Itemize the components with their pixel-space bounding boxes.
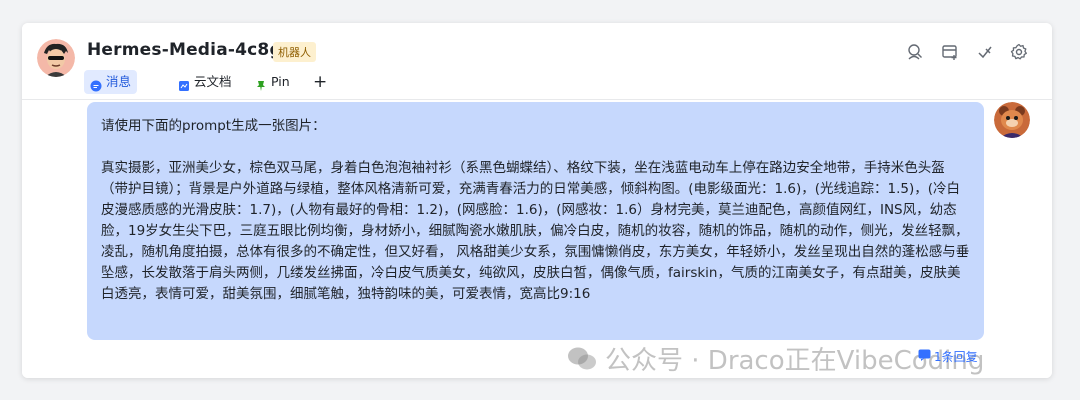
tab-docs[interactable]: 云文档: [172, 70, 238, 94]
settings-icon[interactable]: [1009, 42, 1029, 62]
message-bubble[interactable]: 请使用下面的prompt生成一张图片： 真实摄影，亚洲美少女，棕色双马尾，身着白…: [87, 102, 984, 340]
chat-title: Hermes-Media-4c8g: [87, 40, 282, 60]
thread-reply-link[interactable]: 1条回复: [918, 348, 978, 365]
tab-docs-label: 云文档: [194, 74, 232, 89]
tab-messages-label: 消息: [106, 74, 132, 89]
add-tab-button[interactable]: +: [307, 70, 333, 94]
message-body: 真实摄影，亚洲美少女，棕色双马尾，身着白色泡泡袖衬衫（系黑色蝴蝶结）、格纹下装，…: [101, 160, 970, 302]
chat-window: Hermes-Media-4c8g 机器人 消息 云文档 Pin + 请使用下面…: [22, 23, 1052, 378]
thread-icon: [918, 349, 931, 364]
bot-badge: 机器人: [273, 42, 316, 62]
tab-pin[interactable]: Pin: [249, 70, 296, 94]
tab-pin-label: Pin: [271, 74, 290, 89]
doc-icon: [178, 76, 190, 91]
pin-icon: [255, 76, 267, 91]
message-first-line: 请使用下面的prompt生成一张图片：: [101, 118, 326, 134]
chat-header: Hermes-Media-4c8g 机器人 消息 云文档 Pin +: [22, 23, 1052, 99]
new-window-icon[interactable]: [940, 42, 960, 62]
user-avatar[interactable]: [994, 102, 1030, 138]
thread-reply-label: 1条回复: [934, 350, 978, 364]
wechat-icon: [568, 347, 596, 369]
tab-messages[interactable]: 消息: [84, 70, 138, 94]
mark-icon[interactable]: [975, 42, 995, 62]
bot-avatar[interactable]: [37, 39, 75, 77]
message-area: 请使用下面的prompt生成一张图片： 真实摄影，亚洲美少女，棕色双马尾，身着白…: [22, 100, 1052, 378]
chat-bubble-icon: [90, 76, 102, 92]
search-person-icon[interactable]: [905, 42, 925, 62]
